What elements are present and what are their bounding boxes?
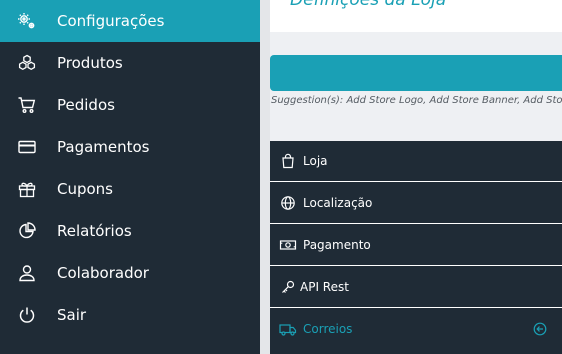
sidebar-item-configuracoes[interactable]: Configurações (0, 0, 260, 42)
progress-bar (270, 55, 562, 91)
settings-menu-label: Loja (303, 154, 328, 168)
sidebar-item-cupons[interactable]: Cupons (0, 168, 260, 210)
sidebar-item-label: Sair (57, 306, 87, 324)
page-title: Definições da Loja (290, 0, 447, 10)
sidebar-item-sair[interactable]: Sair (0, 294, 260, 336)
sidebar-item-colaborador[interactable]: Colaborador (0, 252, 260, 294)
sidebar-item-label: Pedidos (57, 96, 115, 114)
settings-menu-item-correios[interactable]: Correios (270, 309, 562, 350)
truck-icon (279, 321, 297, 337)
sidebar-item-pedidos[interactable]: Pedidos (0, 84, 260, 126)
settings-menu-label: Correios (303, 322, 353, 336)
sidebar-item-label: Pagamentos (57, 138, 150, 156)
gift-icon (17, 179, 37, 199)
settings-menu-label: Pagamento (303, 238, 371, 252)
shopping-bag-icon (279, 153, 297, 169)
sidebar-item-label: Cupons (57, 180, 114, 198)
settings-menu-item-loja[interactable]: Loja (270, 141, 562, 182)
sidebar: Configurações Produtos Pedidos Pagamento… (0, 0, 260, 354)
sidebar-item-produtos[interactable]: Produtos (0, 42, 260, 84)
pie-chart-icon (17, 221, 37, 241)
settings-menu-label: Localização (303, 196, 373, 210)
money-icon (279, 237, 297, 253)
settings-menu: Loja Localização Pagamento API Rest Corr… (270, 141, 562, 354)
settings-menu-label: API Rest (300, 280, 349, 294)
credit-card-icon (17, 137, 37, 157)
settings-menu-item-pagamento[interactable]: Pagamento (270, 225, 562, 266)
arrow-circle-icon (532, 321, 548, 337)
globe-icon (279, 195, 297, 211)
sidebar-item-label: Configurações (57, 12, 165, 30)
sidebar-item-label: Colaborador (57, 264, 149, 282)
user-icon (17, 263, 37, 283)
content-gutter (260, 0, 270, 354)
settings-menu-item-localizacao[interactable]: Localização (270, 183, 562, 224)
store-settings-panel: Definições da Loja (270, 0, 562, 32)
key-icon (279, 279, 297, 295)
sidebar-item-label: Produtos (57, 54, 123, 72)
sidebar-item-relatorios[interactable]: Relatórios (0, 210, 260, 252)
cart-icon (17, 95, 37, 115)
sidebar-item-pagamentos[interactable]: Pagamentos (0, 126, 260, 168)
power-icon (17, 305, 37, 325)
cubes-icon (17, 53, 37, 73)
suggestions-text: Suggestion(s): Add Store Logo, Add Store… (271, 95, 562, 106)
settings-menu-item-api-rest[interactable]: API Rest (270, 267, 562, 308)
sidebar-item-label: Relatórios (57, 222, 132, 240)
gears-icon (17, 11, 37, 31)
